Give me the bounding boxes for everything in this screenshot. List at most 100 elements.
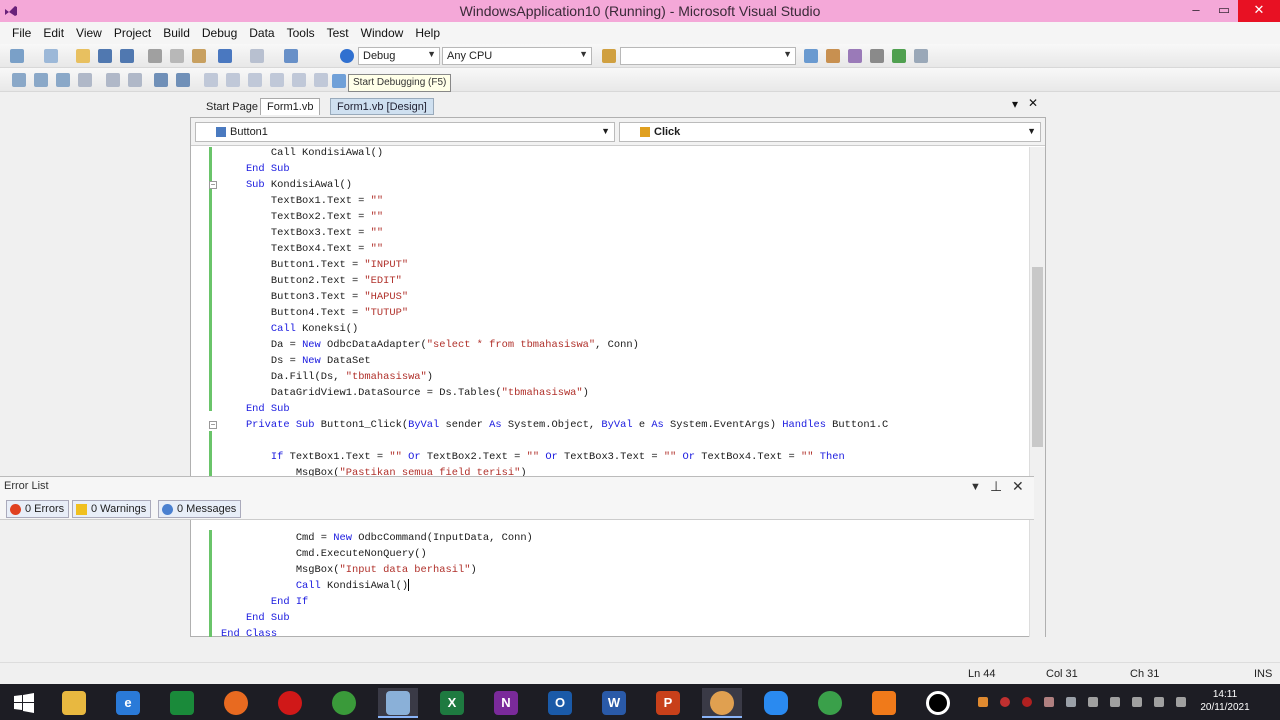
taskbar-outlook[interactable]: O [540, 688, 580, 718]
code-line[interactable]: Call KondisiAwal() [221, 578, 410, 594]
code-line[interactable]: Call Koneksi() [221, 321, 358, 337]
more-windows-icon[interactable] [914, 49, 928, 63]
warnings-filter-button[interactable]: 0 Warnings [72, 500, 152, 518]
code-line[interactable]: Sub KondisiAwal() [221, 177, 352, 193]
menu-project[interactable]: Project [108, 22, 157, 44]
menu-build[interactable]: Build [157, 22, 196, 44]
start-button[interactable] [4, 688, 44, 718]
new-project-icon[interactable] [10, 49, 24, 63]
errors-filter-button[interactable]: 0 Errors [6, 500, 70, 518]
taskbar-explorer[interactable] [54, 688, 94, 718]
parameter-info-icon[interactable] [34, 73, 48, 87]
navigate-backward-icon[interactable] [284, 49, 298, 63]
decrease-indent-icon[interactable] [106, 73, 120, 87]
save-all-icon[interactable] [120, 49, 134, 63]
taskbar-browser[interactable] [810, 688, 850, 718]
code-line[interactable]: Cmd.ExecuteNonQuery() [221, 546, 427, 562]
panel-close-icon[interactable]: ✕ [1012, 478, 1024, 495]
taskbar-firefox[interactable] [216, 688, 256, 718]
code-line[interactable]: Private Sub Button1_Click(ByVal sender A… [221, 417, 888, 433]
code-line[interactable]: End Sub [221, 401, 290, 417]
member-list-icon[interactable] [12, 73, 26, 87]
scrollbar-thumb[interactable] [1032, 267, 1043, 447]
previous-bookmark-icon[interactable] [226, 73, 240, 87]
code-line[interactable]: DataGridView1.DataSource = Ds.Tables("tb… [221, 385, 589, 401]
method-combo[interactable]: Click ▼ [619, 122, 1041, 142]
code-line[interactable]: Da = New OdbcDataAdapter("select * from … [221, 337, 639, 353]
code-line[interactable]: MsgBox("Input data berhasil") [221, 562, 477, 578]
comment-out-icon[interactable] [154, 73, 168, 87]
network-icon[interactable] [1110, 697, 1120, 707]
next-bookmark-icon[interactable] [248, 73, 262, 87]
toolbox-icon[interactable] [870, 49, 884, 63]
configuration-select[interactable]: Debug ▼ [358, 47, 440, 65]
cut-icon[interactable] [148, 49, 162, 63]
tray-icon[interactable] [1044, 697, 1054, 707]
code-line[interactable]: TextBox4.Text = "" [221, 241, 383, 257]
menu-view[interactable]: View [70, 22, 108, 44]
tab-start-page[interactable]: Start Page [200, 99, 264, 116]
menu-debug[interactable]: Debug [196, 22, 243, 44]
taskbar-recorder[interactable] [918, 688, 958, 718]
taskbar-chrome[interactable] [324, 688, 364, 718]
vertical-scrollbar[interactable] [1029, 147, 1045, 637]
action-center-icon[interactable] [1176, 697, 1186, 707]
code-area[interactable]: Call KondisiAwal() End Sub Sub KondisiAw… [191, 147, 1027, 637]
copy-icon[interactable] [170, 49, 184, 63]
menu-data[interactable]: Data [243, 22, 280, 44]
menu-test[interactable]: Test [321, 22, 355, 44]
taskbar-store[interactable] [162, 688, 202, 718]
clear-bookmarks-icon[interactable] [270, 73, 284, 87]
platform-select[interactable]: Any CPU ▼ [442, 47, 592, 65]
collapse-region-icon[interactable]: − [209, 181, 217, 189]
menu-tools[interactable]: Tools [281, 22, 321, 44]
code-editor[interactable]: Button1 ▼ Click ▼ Call KondisiAwal() End… [190, 117, 1046, 637]
bookmark-file-icon[interactable] [314, 73, 328, 87]
code-line[interactable]: Button2.Text = "EDIT" [221, 273, 402, 289]
menu-window[interactable]: Window [355, 22, 410, 44]
code-line[interactable]: Da.Fill(Ds, "tbmahasiswa") [221, 369, 433, 385]
code-line[interactable]: Button1.Text = "INPUT" [221, 257, 408, 273]
code-line[interactable]: Button4.Text = "TUTUP" [221, 305, 408, 321]
collapse-region-icon[interactable]: − [209, 421, 217, 429]
code-line[interactable]: If TextBox1.Text = "" Or TextBox2.Text =… [221, 449, 845, 465]
code-line[interactable]: TextBox3.Text = "" [221, 225, 383, 241]
code-line[interactable]: End Sub [221, 610, 290, 626]
tray-icon[interactable] [1000, 697, 1010, 707]
code-line[interactable]: Cmd = New OdbcCommand(InputData, Conn) [221, 530, 533, 546]
taskbar-opera[interactable] [270, 688, 310, 718]
code-line[interactable]: End If [221, 594, 308, 610]
keyboard-icon[interactable] [1154, 697, 1164, 707]
battery-icon[interactable] [1132, 697, 1142, 707]
taskbar-word[interactable]: W [594, 688, 634, 718]
find-box[interactable]: ▼ [620, 47, 796, 65]
pin-icon[interactable]: ⊥ [990, 478, 1002, 495]
code-line[interactable]: TextBox2.Text = "" [221, 209, 383, 225]
menu-help[interactable]: Help [409, 22, 446, 44]
taskbar-powerpoint[interactable]: P [648, 688, 688, 718]
taskbar-onenote[interactable]: N [486, 688, 526, 718]
taskbar-app-running[interactable] [702, 688, 742, 718]
open-file-icon[interactable] [76, 49, 90, 63]
restore-button[interactable]: ▭ [1210, 0, 1238, 22]
tray-icon[interactable] [1066, 697, 1076, 707]
taskbar-xampp[interactable] [864, 688, 904, 718]
close-window-button[interactable]: ✕ [1238, 0, 1280, 22]
save-icon[interactable] [98, 49, 112, 63]
system-clock[interactable]: 14:11 20/11/2021 [1200, 688, 1250, 714]
taskbar-ie[interactable]: e [108, 688, 148, 718]
code-line[interactable]: End Sub [221, 161, 290, 177]
tab-form1-design[interactable]: Form1.vb [Design] [330, 98, 434, 115]
bookmark-folder-icon[interactable] [292, 73, 306, 87]
code-line[interactable]: End Class [221, 626, 277, 637]
paste-icon[interactable] [192, 49, 206, 63]
start-debugging-icon[interactable] [340, 49, 354, 63]
menu-file[interactable]: File [6, 22, 37, 44]
bookmark-icon[interactable] [204, 73, 218, 87]
minimize-button[interactable]: – [1182, 0, 1210, 22]
code-line[interactable]: Ds = New DataSet [221, 353, 371, 369]
code-line[interactable]: Button3.Text = "HAPUS" [221, 289, 408, 305]
increase-indent-icon[interactable] [128, 73, 142, 87]
solution-explorer-icon[interactable] [804, 49, 818, 63]
object-combo[interactable]: Button1 ▼ [195, 122, 615, 142]
